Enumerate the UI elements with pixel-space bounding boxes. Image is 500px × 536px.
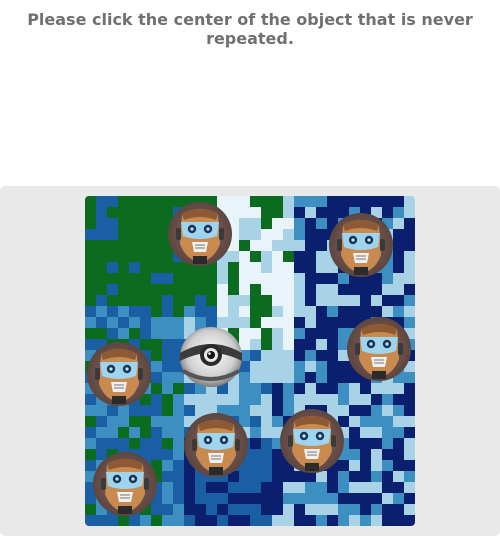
robot-head-icon[interactable] — [183, 412, 249, 478]
robot-head-icon[interactable] — [92, 451, 158, 517]
challenge-image[interactable] — [85, 196, 415, 526]
robot-head-icon[interactable] — [346, 316, 412, 382]
robot-head-icon[interactable] — [328, 212, 394, 278]
instruction-text: Please click the center of the object th… — [27, 10, 473, 48]
robot-head-icon[interactable] — [279, 408, 345, 474]
robot-head-icon[interactable] — [86, 341, 152, 407]
eye-pod-icon[interactable] — [178, 325, 244, 389]
robot-head-icon[interactable] — [167, 201, 233, 267]
